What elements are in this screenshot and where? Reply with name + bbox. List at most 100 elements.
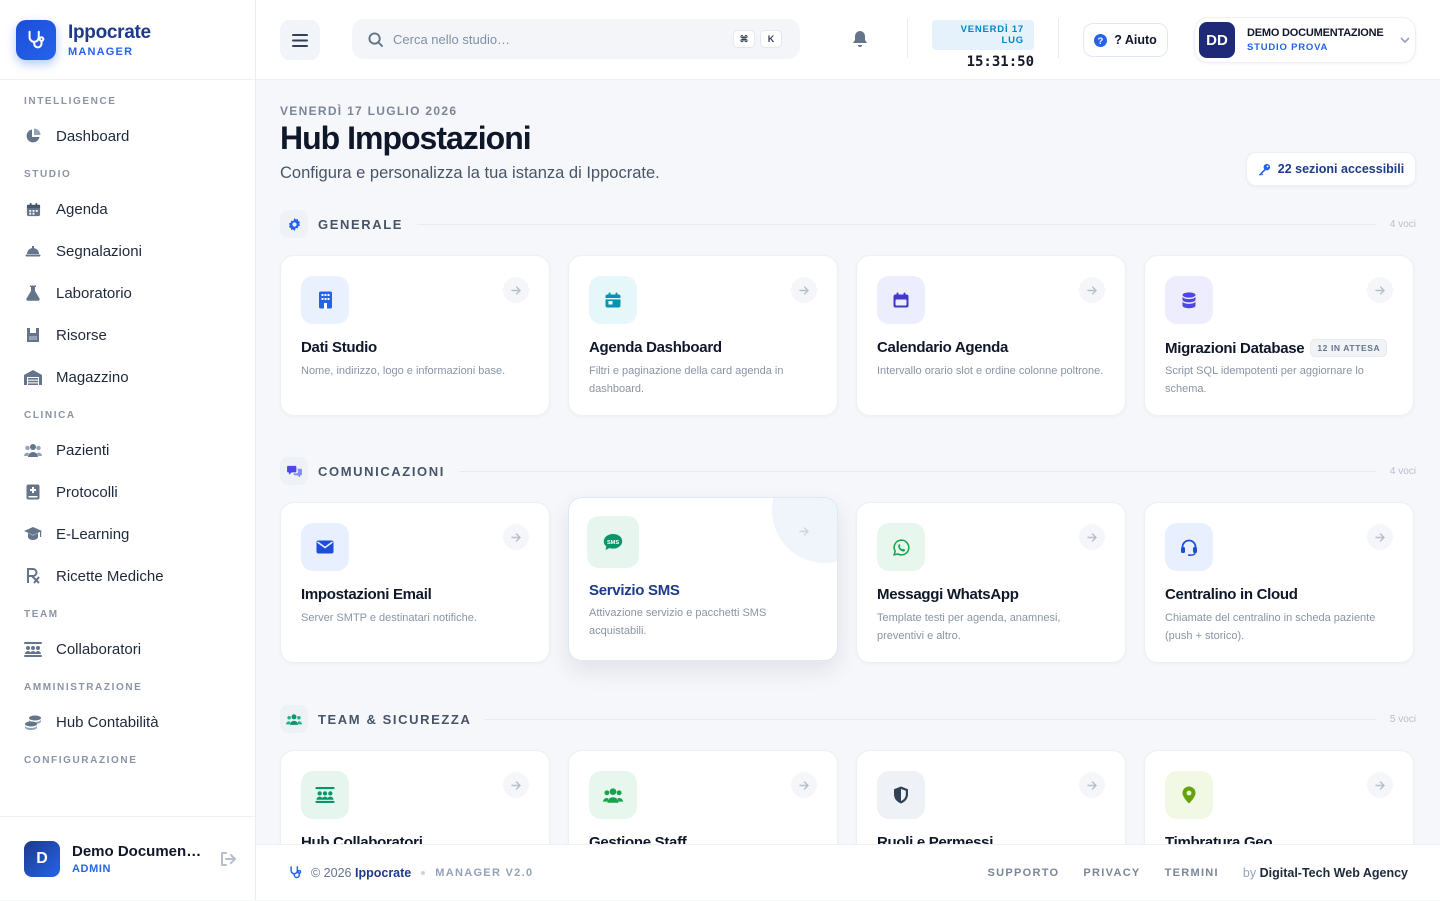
stethoscope-logo-icon: [16, 19, 56, 60]
shield-icon: [877, 771, 925, 819]
sidebar-item-label: Dashboard: [56, 127, 130, 145]
settings-card-migrazioni-database[interactable]: Migrazioni Database 12 IN ATTESA Script S…: [1144, 255, 1414, 416]
sidebar-item-label: Protocolli: [56, 483, 118, 501]
card-title: Agenda Dashboard: [589, 339, 722, 356]
footer: © 2026 Ippocrate MANAGER V2.0 SUPPORTO P…: [256, 844, 1440, 900]
sidebar-item-magazzino[interactable]: Magazzino: [0, 356, 255, 398]
help-button[interactable]: ? ? Aiuto: [1083, 23, 1168, 57]
flask-icon: [24, 284, 42, 302]
sidebar-item-segnalazioni[interactable]: Segnalazioni: [0, 230, 255, 272]
sidebar-item-ricette-mediche[interactable]: Ricette Mediche: [0, 555, 255, 597]
footer-link-supporto[interactable]: SUPPORTO: [987, 867, 1059, 879]
search-icon: [368, 31, 383, 47]
search-input[interactable]: [393, 31, 713, 47]
sms-icon: SMS: [587, 516, 639, 568]
footer-link-privacy[interactable]: PRIVACY: [1083, 867, 1140, 879]
agency-credit[interactable]: by Digital-Tech Web Agency: [1243, 866, 1408, 880]
calendar-day-icon: [589, 276, 637, 324]
users-gear-icon: [280, 705, 308, 733]
avatar: D: [24, 840, 60, 877]
settings-card-timbratura-geo[interactable]: Timbratura Geo: [1144, 750, 1414, 844]
card-description: Chiamate del centralino in scheda pazien…: [1165, 612, 1376, 642]
settings-card-impostazioni-email[interactable]: Impostazioni Email Server SMTP e destina…: [280, 502, 550, 663]
agency-name: Digital-Tech Web Agency: [1259, 866, 1408, 880]
settings-card-centralino-in-cloud[interactable]: Centralino in Cloud Chiamate del central…: [1144, 502, 1414, 663]
settings-card-hub-collaboratori[interactable]: Hub Collaboratori: [280, 750, 550, 844]
users-icon: [589, 771, 637, 819]
topbar: ⌘ K VENERDÌ 17 LUG 15:31:50 ? ? Aiuto DD…: [256, 0, 1440, 80]
sidebar-item-protocolli[interactable]: Protocolli: [0, 471, 255, 513]
footer-link-termini[interactable]: TERMINI: [1165, 867, 1219, 879]
arrow-right-icon: [791, 772, 817, 798]
envelope-icon: [301, 523, 349, 571]
user-menu[interactable]: DD DEMO DOCUMENTAZIONE STUDIO PROVA: [1194, 17, 1416, 63]
section-title: GENERALE: [318, 216, 404, 232]
hamburger-icon: [292, 33, 308, 47]
settings-card-servizio-sms[interactable]: SMS Servizio SMS Attivazione servizio e …: [568, 497, 838, 661]
section-count: 5 voci: [1389, 713, 1416, 725]
people-roof-icon: [301, 771, 349, 819]
sections-count-badge[interactable]: 22 sezioni accessibili: [1246, 152, 1416, 186]
search-bar[interactable]: ⌘ K: [352, 19, 800, 59]
sections-count-label: 22 sezioni accessibili: [1277, 162, 1405, 176]
user-studio: STUDIO PROVA: [1247, 42, 1329, 53]
card-description: Nome, indirizzo, logo e informazioni bas…: [301, 365, 506, 377]
headset-icon: [1165, 523, 1213, 571]
sidebar-item-pazienti[interactable]: Pazienti: [0, 429, 255, 471]
settings-card-gestione-staff[interactable]: Gestione Staff: [568, 750, 838, 844]
sidebar-item-hub-contabilita[interactable]: Hub Contabilità: [0, 701, 255, 743]
notifications-button[interactable]: [852, 30, 868, 48]
section-header-comunicazioni: COMUNICAZIONI 4 voci: [280, 457, 1416, 485]
bell-concierge-icon: [24, 242, 42, 260]
by-prefix: by: [1242, 866, 1257, 880]
sidebar-item-collaboratori[interactable]: Collaboratori: [0, 628, 255, 670]
sidebar-item-dashboard[interactable]: Dashboard: [0, 115, 255, 157]
arrow-right-icon: [1079, 524, 1105, 550]
sidebar-item-elearning[interactable]: E-Learning: [0, 513, 255, 555]
stethoscope-icon: [288, 865, 303, 880]
settings-card-agenda-dashboard[interactable]: Agenda Dashboard Filtri e paginazione de…: [568, 255, 838, 416]
map-pin-icon: [1165, 771, 1213, 819]
card-title: Calendario Agenda: [877, 339, 1009, 356]
brand[interactable]: Ippocrate MANAGER: [0, 0, 255, 80]
clock: 15:31:50: [966, 54, 1034, 70]
sidebar-item-label: Agenda: [56, 200, 108, 218]
settings-card-ruoli-permessi[interactable]: Ruoli e Permessi: [856, 750, 1126, 844]
card-title: Ruoli e Permessi: [877, 834, 994, 844]
page-subtitle: Configura e personalizza la tua istanza …: [280, 164, 660, 182]
status-badge: 12 IN ATTESA: [1310, 339, 1388, 357]
settings-card-messaggi-whatsapp[interactable]: Messaggi WhatsApp Template testi per age…: [856, 502, 1126, 663]
sidebar-item-risorse[interactable]: Risorse: [0, 314, 255, 356]
user-name: DEMO DOCUMENTAZIONE: [1247, 27, 1384, 39]
card-title: Dati Studio: [301, 339, 377, 356]
section-header-generale: GENERALE 4 voci: [280, 210, 1416, 238]
card-title: Impostazioni Email: [301, 586, 432, 603]
svg-text:SMS: SMS: [607, 540, 619, 546]
menu-toggle-button[interactable]: [280, 20, 320, 60]
sidebar-nav: INTELLIGENCE Dashboard STUDIO Agenda Seg…: [0, 80, 255, 766]
arrow-right-icon: [503, 772, 529, 798]
settings-card-calendario-agenda[interactable]: Calendario Agenda Intervallo orario slot…: [856, 255, 1126, 416]
comments-icon: [280, 457, 308, 485]
sidebar-item-label: Hub Contabilità: [56, 713, 159, 731]
nav-section-title: AMMINISTRAZIONE: [24, 682, 143, 693]
date-time-widget: VENERDÌ 17 LUG 15:31:50: [932, 20, 1034, 70]
divider: [1058, 18, 1059, 58]
building-icon: [301, 276, 349, 324]
logout-icon[interactable]: [220, 851, 236, 866]
whatsapp-icon: [877, 523, 925, 571]
card-description: Filtri e paginazione della card agenda i…: [589, 365, 784, 395]
arrow-right-icon: [1367, 524, 1393, 550]
divider: [907, 18, 908, 58]
sidebar-item-laboratorio[interactable]: Laboratorio: [0, 272, 255, 314]
graduation-cap-icon: [24, 525, 42, 543]
section-title: TEAM & SICUREZZA: [318, 711, 472, 727]
sidebar-item-agenda[interactable]: Agenda: [0, 188, 255, 230]
arrow-right-icon: [503, 524, 529, 550]
settings-card-dati-studio[interactable]: Dati Studio Nome, indirizzo, logo e info…: [280, 255, 550, 416]
nav-section-title: STUDIO: [24, 169, 72, 180]
help-icon: ?: [1094, 33, 1108, 47]
database-icon: [1165, 276, 1213, 324]
section-count: 4 voci: [1389, 218, 1416, 230]
sidebar-item-label: Laboratorio: [56, 284, 132, 302]
